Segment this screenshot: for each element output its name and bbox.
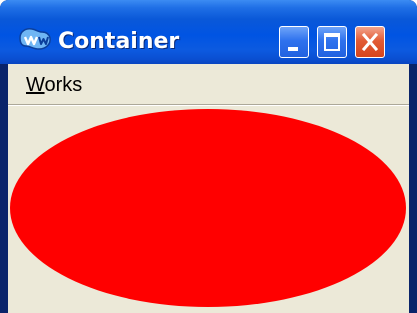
menu-works-label: orks xyxy=(44,74,83,96)
window-title: Container xyxy=(58,29,180,54)
menu-works-mnemonic: W xyxy=(26,74,45,96)
drawing-canvas[interactable] xyxy=(8,108,409,313)
maximize-button[interactable] xyxy=(317,26,347,58)
maximize-icon xyxy=(324,33,340,51)
menu-works[interactable]: Works xyxy=(26,72,82,98)
client-area: Works xyxy=(8,64,409,313)
application-window: Container Works xyxy=(0,0,417,313)
menu-bar: Works xyxy=(8,64,409,106)
app-icon[interactable] xyxy=(18,26,52,52)
title-bar[interactable]: Container xyxy=(0,0,417,64)
red-ellipse xyxy=(10,109,406,307)
minimize-button[interactable] xyxy=(279,26,309,58)
close-icon xyxy=(361,32,379,52)
close-button[interactable] xyxy=(355,26,385,58)
menu-separator xyxy=(8,104,409,105)
minimize-icon xyxy=(288,47,298,51)
